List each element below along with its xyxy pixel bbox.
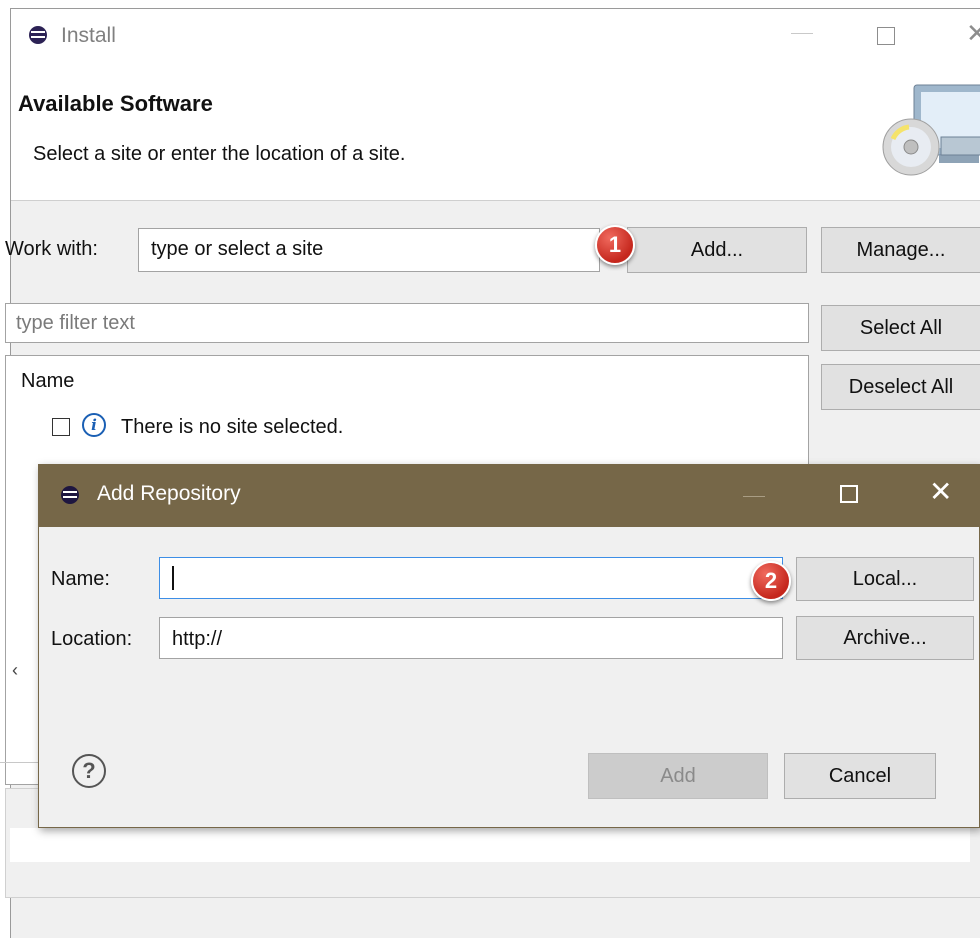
window-title: Install (61, 24, 116, 47)
close-icon[interactable]: ✕ (966, 20, 980, 46)
dialog-title: Add Repository (97, 482, 241, 505)
location-label: Location: (51, 628, 133, 650)
add-site-button[interactable]: Add... (627, 227, 807, 273)
name-label: Name: (51, 568, 110, 590)
info-icon: i (82, 413, 106, 437)
local-button[interactable]: Local... (796, 557, 974, 601)
manage-button[interactable]: Manage... (821, 227, 980, 273)
eclipse-icon (61, 486, 79, 504)
cd-computer-icon (882, 84, 980, 176)
cancel-button[interactable]: Cancel (784, 753, 936, 799)
deselect-all-button[interactable]: Deselect All (821, 364, 980, 410)
scroll-left-icon[interactable]: ‹ (12, 660, 18, 681)
help-icon[interactable]: ? (72, 754, 106, 788)
maximize-icon[interactable] (877, 27, 895, 45)
filter-placeholder: type filter text (16, 312, 135, 334)
location-field[interactable]: http:// (159, 617, 783, 659)
minimize-icon[interactable] (743, 496, 765, 497)
callout-badge: 1 (595, 225, 635, 265)
work-with-label: Work with: (5, 238, 98, 260)
name-field[interactable] (159, 557, 783, 599)
callout-badge: 2 (751, 561, 791, 601)
select-all-button[interactable]: Select All (821, 305, 980, 351)
wizard-header: Available Software Select a site or ente… (11, 61, 980, 201)
tree-item-checkbox[interactable] (52, 418, 70, 436)
details-text-area (10, 828, 970, 862)
add-button: Add (588, 753, 768, 799)
archive-button[interactable]: Archive... (796, 616, 974, 660)
dialog-titlebar[interactable]: Add Repository ✕ (39, 465, 979, 527)
maximize-icon[interactable] (840, 485, 858, 503)
close-icon[interactable]: ✕ (929, 478, 952, 506)
tree-item-message: There is no site selected. (121, 416, 344, 438)
filter-input[interactable]: type filter text (5, 303, 809, 343)
text-caret (172, 566, 174, 590)
window-titlebar[interactable]: Install ✕ (11, 9, 980, 61)
column-header-name[interactable]: Name (21, 370, 74, 393)
site-combo[interactable]: type or select a site (138, 228, 600, 272)
location-value: http:// (172, 628, 223, 650)
page-description: Select a site or enter the location of a… (33, 143, 406, 165)
minimize-icon[interactable] (791, 33, 813, 34)
page-title: Available Software (18, 91, 213, 116)
site-combo-text: type or select a site (151, 238, 324, 260)
eclipse-icon (29, 26, 47, 44)
add-repository-dialog: Add Repository ✕ Name: Local... Location… (38, 464, 980, 828)
